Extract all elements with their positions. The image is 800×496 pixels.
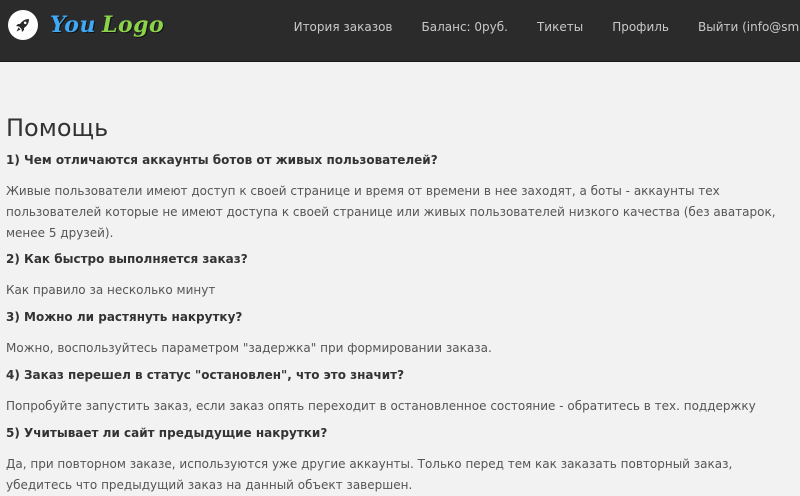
nav-order-history[interactable]: Итория заказов xyxy=(294,20,393,34)
faq-answer-2: Как правило за несколько минут xyxy=(6,283,216,297)
rocket-icon xyxy=(8,10,38,40)
nav-menu: Итория заказов Баланс: 0руб. Тикеты Проф… xyxy=(265,0,800,54)
logo-word-logo: Logo xyxy=(101,12,165,38)
nav-logout[interactable]: Выйти (info@sm... xyxy=(698,20,800,34)
faq-question-2: 2) Как быстро выполняется заказ? xyxy=(6,252,248,266)
faq-question-5: 5) Учитывает ли сайт предыдущие накрутки… xyxy=(6,426,328,440)
logo-word-you: You xyxy=(50,12,96,38)
nav-balance[interactable]: Баланс: 0руб. xyxy=(421,20,507,34)
top-navbar: You Logo Итория заказов Баланс: 0руб. Тик… xyxy=(0,0,800,62)
brand-logo-link[interactable]: You Logo xyxy=(8,7,164,43)
faq-answer-3: Можно, воспользуйтесь параметром "задерж… xyxy=(6,341,492,355)
nav-profile[interactable]: Профиль xyxy=(612,20,669,34)
faq-answer-5: Да, при повторном заказе, используются у… xyxy=(6,457,733,492)
nav-tickets[interactable]: Тикеты xyxy=(537,20,583,34)
page-title: Помощь xyxy=(6,114,109,142)
faq-question-1: 1) Чем отличаются аккаунты ботов от живы… xyxy=(6,153,438,167)
brand-text: You Logo xyxy=(50,12,164,38)
faq-question-3: 3) Можно ли растянуть накрутку? xyxy=(6,310,243,324)
faq-answer-1: Живые пользователи имеют доступ к своей … xyxy=(6,184,776,240)
faq-answer-4: Попробуйте запустить заказ, если заказ о… xyxy=(6,399,756,413)
help-content: Помощь 1) Чем отличаются аккаунты ботов … xyxy=(6,114,796,496)
faq-question-4: 4) Заказ перешел в статус "остановлен", … xyxy=(6,368,405,382)
